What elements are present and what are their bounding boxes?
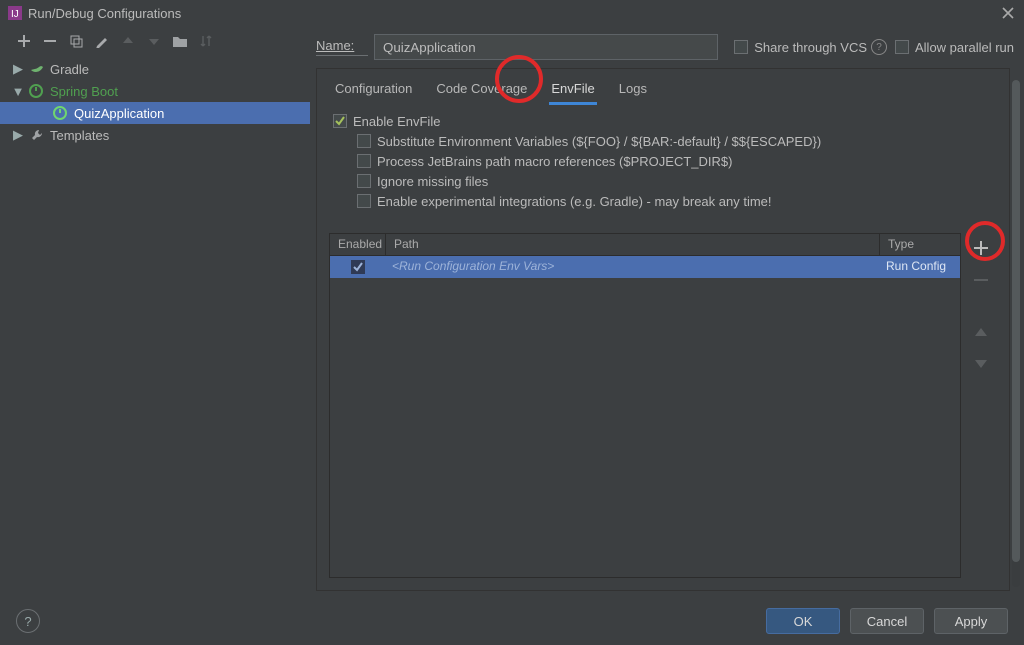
remove-row-icon bbox=[970, 269, 992, 291]
tree-label: Templates bbox=[50, 128, 109, 143]
remove-config-icon[interactable] bbox=[40, 30, 60, 52]
env-table: Enabled Path Type <Run Configuration Env… bbox=[329, 233, 961, 578]
envfile-options: Enable EnvFile Substitute Environment Va… bbox=[329, 111, 997, 211]
row-type-cell: Run Config bbox=[880, 256, 960, 278]
tree-label: QuizApplication bbox=[74, 106, 164, 121]
ok-button[interactable]: OK bbox=[766, 608, 840, 634]
cancel-button[interactable]: Cancel bbox=[850, 608, 924, 634]
expand-icon: ▶ bbox=[12, 127, 24, 143]
scrollbar-thumb[interactable] bbox=[1012, 80, 1020, 562]
add-config-icon[interactable] bbox=[14, 30, 34, 52]
table-header: Enabled Path Type bbox=[330, 234, 960, 256]
config-tree: ▶ Gradle ▼ Spring Boot QuizApplication ▶… bbox=[0, 56, 310, 597]
check-icon bbox=[335, 116, 345, 126]
checkbox-empty-icon bbox=[895, 40, 909, 54]
checkbox-label: Share through VCS bbox=[754, 40, 867, 55]
tree-node-spring[interactable]: ▼ Spring Boot bbox=[0, 80, 310, 102]
edit-config-icon[interactable] bbox=[92, 30, 112, 52]
add-row-icon[interactable] bbox=[970, 237, 992, 259]
move-row-up-icon bbox=[970, 321, 992, 343]
name-label: Name: bbox=[316, 38, 368, 56]
table-side-actions bbox=[967, 233, 995, 375]
window-title: Run/Debug Configurations bbox=[28, 6, 1000, 21]
checkbox-checked-icon bbox=[351, 260, 365, 274]
tree-label: Spring Boot bbox=[50, 84, 118, 99]
tree-node-gradle[interactable]: ▶ Gradle bbox=[0, 58, 310, 80]
option-label: Ignore missing files bbox=[377, 174, 488, 189]
config-name-input[interactable] bbox=[374, 34, 718, 60]
checkbox-empty-icon bbox=[734, 40, 748, 54]
tree-node-templates[interactable]: ▶ Templates bbox=[0, 124, 310, 146]
sort-icon bbox=[196, 30, 216, 52]
move-down-icon bbox=[144, 30, 164, 52]
config-panel: Configuration Code Coverage EnvFile Logs… bbox=[316, 68, 1010, 591]
help-button[interactable]: ? bbox=[16, 609, 40, 633]
folder-icon[interactable] bbox=[170, 30, 190, 52]
wrench-icon bbox=[28, 128, 46, 142]
move-up-icon bbox=[118, 30, 138, 52]
copy-config-icon[interactable] bbox=[66, 30, 86, 52]
path-macro-checkbox[interactable]: Process JetBrains path macro references … bbox=[333, 151, 997, 171]
tab-code-coverage[interactable]: Code Coverage bbox=[434, 81, 529, 102]
option-label: Enable EnvFile bbox=[353, 114, 440, 129]
row-enabled-cell[interactable] bbox=[330, 256, 386, 278]
content: ▶ Gradle ▼ Spring Boot QuizApplication ▶… bbox=[0, 26, 1024, 597]
collapse-icon: ▼ bbox=[12, 84, 24, 99]
share-vcs-checkbox[interactable]: Share through VCS bbox=[734, 34, 867, 60]
titlebar: IJ Run/Debug Configurations bbox=[0, 0, 1024, 26]
apply-button[interactable]: Apply bbox=[934, 608, 1008, 634]
move-row-down-icon bbox=[970, 353, 992, 375]
close-icon[interactable] bbox=[1000, 5, 1016, 21]
substitute-vars-checkbox[interactable]: Substitute Environment Variables (${FOO}… bbox=[333, 131, 997, 151]
option-label: Enable experimental integrations (e.g. G… bbox=[377, 194, 772, 209]
left-pane: ▶ Gradle ▼ Spring Boot QuizApplication ▶… bbox=[0, 26, 310, 597]
enable-envfile-checkbox[interactable]: Enable EnvFile bbox=[333, 111, 997, 131]
checkbox-label: Allow parallel run bbox=[915, 40, 1014, 55]
tabs: Configuration Code Coverage EnvFile Logs bbox=[329, 81, 997, 107]
app-icon: IJ bbox=[8, 6, 22, 20]
tab-configuration[interactable]: Configuration bbox=[333, 81, 414, 102]
scrollbar[interactable] bbox=[1012, 80, 1020, 587]
col-enabled: Enabled bbox=[330, 234, 386, 255]
table-row[interactable]: <Run Configuration Env Vars> Run Config bbox=[330, 256, 960, 278]
spring-boot-icon bbox=[28, 84, 46, 98]
row-path-cell: <Run Configuration Env Vars> bbox=[386, 256, 880, 278]
col-path: Path bbox=[386, 234, 880, 255]
tree-node-quizapplication[interactable]: QuizApplication bbox=[0, 102, 310, 124]
col-type: Type bbox=[880, 234, 960, 255]
svg-text:IJ: IJ bbox=[11, 9, 19, 20]
name-row: Name: Share through VCS ? Allow parallel… bbox=[316, 32, 1014, 62]
spring-boot-icon bbox=[52, 106, 70, 120]
tab-envfile[interactable]: EnvFile bbox=[549, 81, 596, 105]
help-icon[interactable]: ? bbox=[871, 39, 887, 55]
parallel-run-checkbox[interactable]: Allow parallel run bbox=[895, 34, 1014, 60]
tree-label: Gradle bbox=[50, 62, 89, 77]
tab-logs[interactable]: Logs bbox=[617, 81, 649, 102]
experimental-checkbox[interactable]: Enable experimental integrations (e.g. G… bbox=[333, 191, 997, 211]
expand-icon: ▶ bbox=[12, 61, 24, 77]
gradle-icon bbox=[28, 62, 46, 76]
option-label: Substitute Environment Variables (${FOO}… bbox=[377, 134, 821, 149]
config-toolbar bbox=[0, 26, 310, 56]
right-pane: Name: Share through VCS ? Allow parallel… bbox=[310, 26, 1024, 597]
dialog-buttons: ? OK Cancel Apply bbox=[0, 597, 1024, 645]
option-label: Process JetBrains path macro references … bbox=[377, 154, 732, 169]
ignore-missing-checkbox[interactable]: Ignore missing files bbox=[333, 171, 997, 191]
